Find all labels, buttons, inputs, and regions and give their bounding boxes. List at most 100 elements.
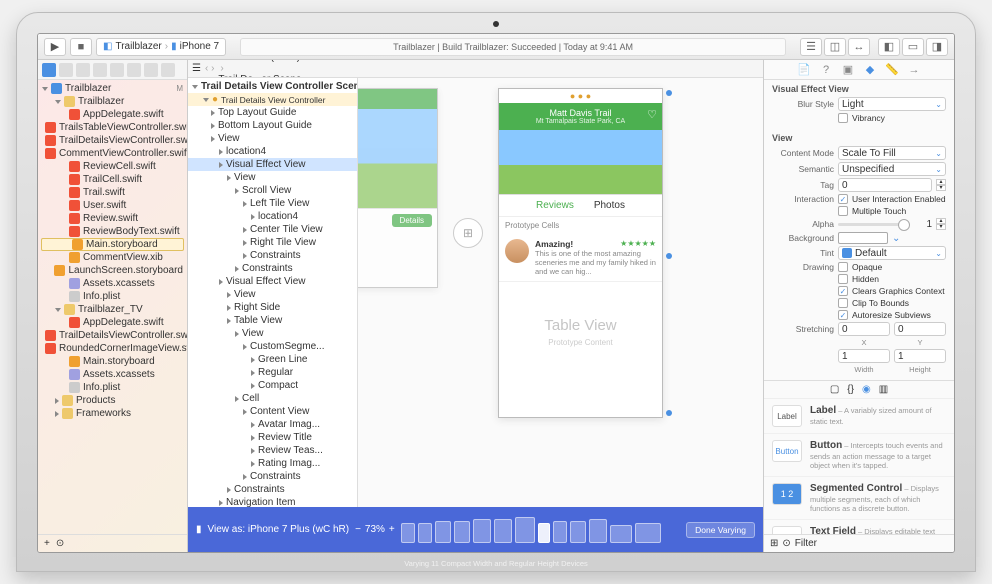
filter-icon[interactable]: ⊙ <box>56 538 64 549</box>
jump-bar[interactable]: ☰ ‹ › Trailblazer›Trailblazer›Main.story… <box>188 60 763 78</box>
library-item[interactable]: TextText Field – Displays editable text … <box>764 520 954 534</box>
debug-nav-tab[interactable] <box>127 63 141 77</box>
editor-standard-button[interactable]: ☰ <box>800 38 822 56</box>
file-item[interactable]: ReviewCell.swift <box>38 160 187 173</box>
symbol-nav-tab[interactable] <box>59 63 73 77</box>
project-root[interactable]: TrailblazerM <box>38 82 187 95</box>
find-nav-tab[interactable] <box>76 63 90 77</box>
object-library-tab[interactable]: ◉ <box>862 384 871 395</box>
user-interaction-checkbox[interactable] <box>838 194 848 204</box>
object-library: ▢ {} ◉ ▥ LabelLabel – A variably sized a… <box>764 380 954 534</box>
segue-icon[interactable]: ⊞ <box>453 218 483 248</box>
document-outline[interactable]: Trail Details View Controller Scene● Tra… <box>188 78 358 507</box>
review-cell[interactable]: Amazing! ★★★★★ This is one of the most a… <box>499 234 662 282</box>
breakpoint-nav-tab[interactable] <box>144 63 158 77</box>
project-navigator: TrailblazerMTrailblazerAppDelegate.swift… <box>38 60 188 552</box>
file-template-tab[interactable]: ▢ <box>830 384 839 395</box>
file-item[interactable]: Trail.swift <box>38 186 187 199</box>
multiple-touch-checkbox[interactable] <box>838 206 848 216</box>
size-inspector-tab[interactable]: 📏 <box>884 62 900 78</box>
tint-select[interactable]: Default⌄ <box>838 246 946 260</box>
blur-style-select[interactable]: Light⌄ <box>838 97 946 111</box>
file-item[interactable]: Review.swift <box>38 212 187 225</box>
autoresize-checkbox[interactable] <box>838 310 848 320</box>
file-item[interactable]: Assets.xcassets <box>38 277 187 290</box>
vibrancy-checkbox[interactable] <box>838 113 848 123</box>
report-nav-tab[interactable] <box>161 63 175 77</box>
file-item[interactable]: CommentView.xib <box>38 251 187 264</box>
file-item[interactable]: Info.plist <box>38 290 187 303</box>
library-item[interactable]: 1 2Segmented Control – Displays multiple… <box>764 477 954 520</box>
filter-icon: ⊙ <box>782 538 790 549</box>
grid-icon[interactable]: ⊞ <box>770 538 778 549</box>
file-item[interactable]: Assets.xcassets <box>38 368 187 381</box>
toggle-navigator-button[interactable]: ◧ <box>878 38 900 56</box>
group-Trailblazer_TV[interactable]: Trailblazer_TV <box>38 303 187 316</box>
related-items-icon[interactable]: ☰ <box>192 63 201 74</box>
file-item[interactable]: RoundedCornerImageView.swift <box>38 342 187 355</box>
editor-version-button[interactable]: ↔ <box>848 38 870 56</box>
issue-nav-tab[interactable] <box>93 63 107 77</box>
hidden-checkbox[interactable] <box>838 274 848 284</box>
project-nav-tab[interactable] <box>42 63 56 77</box>
content-mode-select[interactable]: Scale To Fill⌄ <box>838 146 946 160</box>
file-item[interactable]: AppDelegate.swift <box>38 108 187 121</box>
file-item[interactable]: TrailsTableViewController.swift <box>38 121 187 134</box>
clip-bounds-checkbox[interactable] <box>838 298 848 308</box>
media-library-tab[interactable]: ▥ <box>879 384 888 395</box>
file-item[interactable]: ReviewBodyText.swift <box>38 225 187 238</box>
file-item[interactable]: Info.plist <box>38 381 187 394</box>
scheme-selector[interactable]: ◧ Trailblazer › ▮ iPhone 7 <box>96 38 226 56</box>
library-item[interactable]: ButtonButton – Intercepts touch events a… <box>764 434 954 477</box>
navigator-tabs[interactable] <box>38 60 187 80</box>
toggle-inspector-button[interactable]: ◨ <box>926 38 948 56</box>
size-class-bar[interactable]: ▮ View as: iPhone 7 Plus (wC hR) − 73% +… <box>188 507 763 552</box>
navigator-footer: + ⊙ <box>38 534 187 552</box>
toggle-debug-button[interactable]: ▭ <box>902 38 924 56</box>
file-item[interactable]: Main.storyboard <box>38 355 187 368</box>
zoom-out-icon[interactable]: − <box>355 524 361 535</box>
code-snippet-tab[interactable]: {} <box>847 384 854 395</box>
heart-icon[interactable]: ♡ <box>647 108 657 121</box>
file-item[interactable]: TrailCell.swift <box>38 173 187 186</box>
background-color-well[interactable] <box>838 232 888 244</box>
semantic-select[interactable]: Unspecified⌄ <box>838 162 946 176</box>
file-item[interactable]: Main.storyboard <box>41 238 184 251</box>
group-Products[interactable]: Products <box>38 394 187 407</box>
opaque-checkbox[interactable] <box>838 262 848 272</box>
test-nav-tab[interactable] <box>110 63 124 77</box>
group-Trailblazer[interactable]: Trailblazer <box>38 95 187 108</box>
table-view-placeholder: Table View Prototype Content <box>499 282 662 382</box>
inspector-tabs[interactable]: 📄 ? ▣ ◆ 📏 → <box>764 60 954 80</box>
identity-inspector-tab[interactable]: ▣ <box>840 62 856 78</box>
connections-inspector-tab[interactable]: → <box>906 62 922 78</box>
file-item[interactable]: AppDelegate.swift <box>38 316 187 329</box>
add-icon[interactable]: + <box>44 538 50 549</box>
details-button: Details <box>392 214 432 227</box>
file-inspector-tab[interactable]: 📄 <box>796 62 812 78</box>
file-item[interactable]: TrailDetailsViewController.swift <box>38 134 187 147</box>
device-preview[interactable]: ● ● ● Matt Davis Trail Mt Tamalpais Stat… <box>498 88 663 418</box>
interface-builder-canvas[interactable]: Details ⊞ ● ● ● Matt Davis Trail Mt Tama… <box>358 78 763 507</box>
file-item[interactable]: LaunchScreen.storyboard <box>38 264 187 277</box>
clears-context-checkbox[interactable] <box>838 286 848 296</box>
group-Frameworks[interactable]: Frameworks <box>38 407 187 420</box>
file-item[interactable]: CommentViewController.swift <box>38 147 187 160</box>
file-item[interactable]: TrailDetailsViewController.swift <box>38 329 187 342</box>
run-button[interactable]: ▶ <box>44 38 66 56</box>
editor-assistant-button[interactable]: ◫ <box>824 38 846 56</box>
library-filter[interactable]: ⊞ ⊙ Filter <box>764 534 954 552</box>
done-varying-button[interactable]: Done Varying <box>686 522 755 538</box>
help-inspector-tab[interactable]: ? <box>818 62 834 78</box>
library-item[interactable]: LabelLabel – A variably sized amount of … <box>764 399 954 434</box>
device-config-icon[interactable]: ▮ <box>196 524 202 535</box>
inspector-panel: 📄 ? ▣ ◆ 📏 → Visual Effect View Blur Styl… <box>764 60 954 552</box>
attributes-inspector-tab[interactable]: ◆ <box>862 62 878 78</box>
zoom-in-icon[interactable]: + <box>389 524 395 535</box>
tag-field[interactable]: 0 <box>838 178 932 192</box>
file-item[interactable]: User.swift <box>38 199 187 212</box>
prototype-label: Prototype Cells <box>499 217 662 234</box>
stop-button[interactable]: ■ <box>70 38 92 56</box>
segment-control[interactable]: Reviews Photos <box>499 195 662 217</box>
alpha-slider[interactable] <box>838 223 910 226</box>
